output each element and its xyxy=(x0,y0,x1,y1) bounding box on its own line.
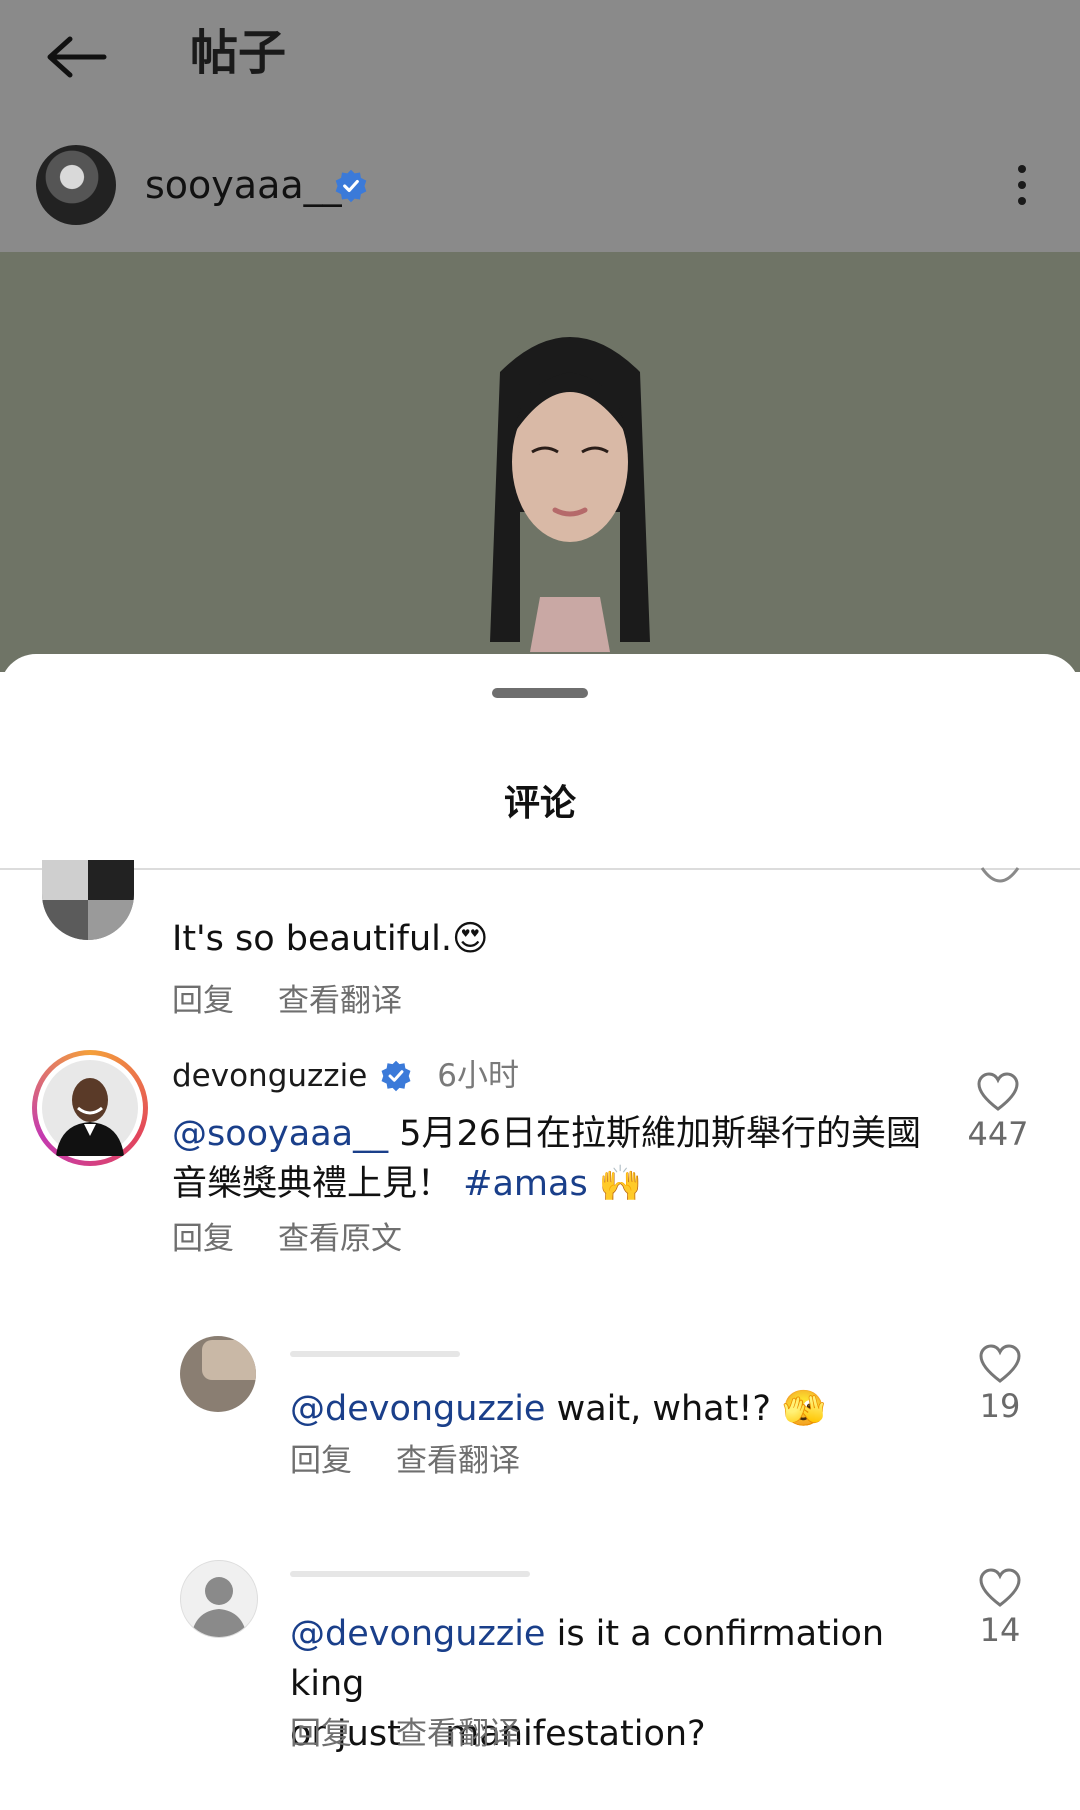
back-button[interactable] xyxy=(36,22,116,92)
redacted-username xyxy=(290,1342,460,1357)
avatar[interactable] xyxy=(180,1336,256,1412)
like-count: 14 xyxy=(979,1611,1021,1649)
reply-button[interactable]: 回复 xyxy=(290,1712,352,1756)
see-original-button[interactable]: 查看原文 xyxy=(278,1217,402,1261)
more-vertical-icon xyxy=(1018,165,1026,173)
heart-outline-icon[interactable] xyxy=(978,1568,1022,1608)
like-column: 447 xyxy=(958,1072,1038,1156)
see-translation-button[interactable]: 查看翻译 xyxy=(278,979,402,1023)
like-count: 447 xyxy=(967,1115,1029,1153)
like-count: 19 xyxy=(979,1387,1021,1425)
comment-actions: 回复 查看翻译 xyxy=(290,1439,520,1483)
redacted-username xyxy=(290,1562,530,1577)
more-options-button[interactable] xyxy=(1000,155,1044,215)
see-translation-button[interactable]: 查看翻译 xyxy=(396,1439,520,1483)
post-header-background xyxy=(0,0,1080,252)
comment-text: @devonguzzie wait, what!? 🫣 xyxy=(290,1389,826,1429)
comment-actions: 回复 查看翻译 xyxy=(290,1712,520,1756)
arrow-left-icon xyxy=(47,36,107,78)
avatar[interactable] xyxy=(180,1560,258,1638)
sheet-title: 评论 xyxy=(503,783,576,824)
avatar[interactable] xyxy=(32,1050,148,1166)
reply-button[interactable]: 回复 xyxy=(172,979,234,1023)
portrait-illustration xyxy=(490,337,650,652)
comment-actions: 回复 查看翻译 xyxy=(172,979,402,1023)
see-translation-button[interactable]: 查看翻译 xyxy=(396,1712,520,1756)
comments-sheet: 评论 It's so beautiful.😍 回复 查看翻译 devonguzz… xyxy=(0,654,1080,1810)
verified-badge-icon xyxy=(335,169,367,203)
post-author-username[interactable]: sooyaaa__ xyxy=(145,160,342,210)
mention-link[interactable]: @devonguzzie xyxy=(290,1389,545,1429)
heart-outline-icon[interactable] xyxy=(976,1072,1020,1112)
comment-header: devonguzzie 6小时 xyxy=(172,1054,519,1098)
sheet-drag-handle[interactable] xyxy=(492,688,588,698)
reply-button[interactable]: 回复 xyxy=(290,1439,352,1483)
reply-button[interactable]: 回复 xyxy=(172,1217,234,1261)
comment-text: @sooyaaa__ 5月26日在拉斯維加斯舉行的美國 音樂獎典禮上見！ #am… xyxy=(172,1114,922,1204)
mention-link[interactable]: @sooyaaa__ xyxy=(172,1114,388,1154)
hashtag-link[interactable]: #amas xyxy=(463,1164,588,1204)
heart-outline-icon[interactable] xyxy=(978,864,1022,892)
comment-text: It's so beautiful.😍 xyxy=(172,919,489,959)
like-column: 14 xyxy=(960,1568,1040,1652)
comment-timestamp: 6小时 xyxy=(437,1058,519,1094)
verified-badge-icon xyxy=(381,1060,411,1092)
mention-link[interactable]: @devonguzzie xyxy=(290,1614,545,1654)
page-title: 帖子 xyxy=(190,25,287,81)
divider xyxy=(0,868,1080,870)
comment-actions: 回复 查看原文 xyxy=(172,1217,402,1261)
post-photo[interactable] xyxy=(0,252,1080,672)
like-column: 19 xyxy=(960,1344,1040,1428)
avatar[interactable] xyxy=(42,860,134,940)
comment-username[interactable]: devonguzzie xyxy=(172,1054,367,1098)
post-author-avatar[interactable] xyxy=(36,145,116,225)
heart-outline-icon[interactable] xyxy=(978,1344,1022,1384)
